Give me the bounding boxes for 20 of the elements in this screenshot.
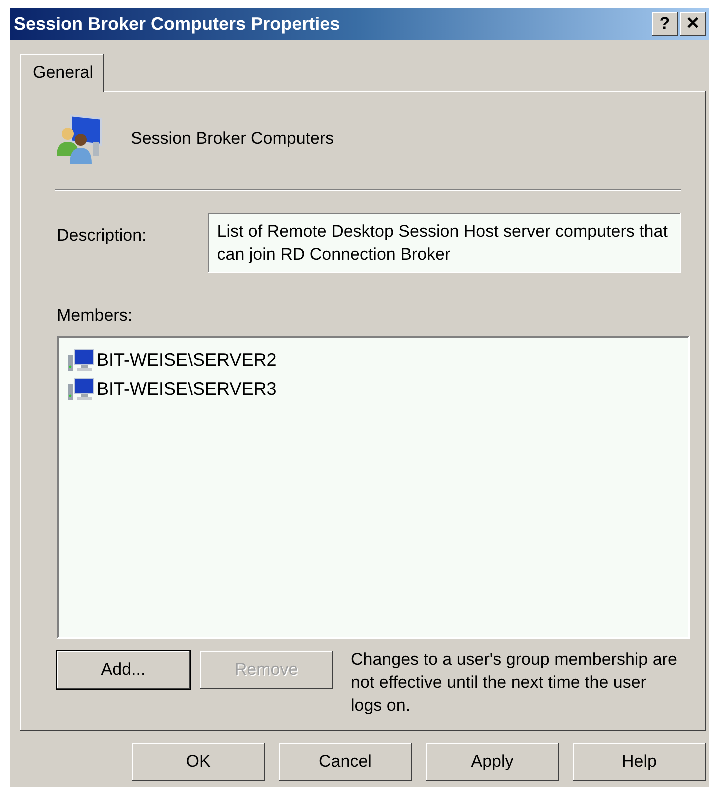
membership-note: Changes to a user's group membership are not effective until the next time the user logs on. xyxy=(351,649,678,717)
dialog-button[interactable]: Cancel xyxy=(279,742,412,780)
help-button[interactable]: ? xyxy=(652,12,678,36)
dialog-button[interactable]: Apply xyxy=(426,742,559,780)
description-field[interactable]: List of Remote Desktop Session Host server computers that can join RD Connection Broker xyxy=(208,212,681,272)
members-label: Members: xyxy=(57,304,134,326)
close-button[interactable]: ✕ xyxy=(680,12,706,36)
dialog-button[interactable]: Help xyxy=(573,742,706,780)
users-monitor-icon xyxy=(55,112,105,166)
group-name: Session Broker Computers xyxy=(131,128,334,150)
member-name[interactable]: BIT-WEISE\SERVER2 xyxy=(97,347,277,374)
window-title: Session Broker Computers Properties xyxy=(14,12,342,36)
members-list[interactable]: BIT-WEISE\SERVER2 BIT-WEISE\SERVER3 xyxy=(57,336,690,639)
computer-icon xyxy=(67,378,95,402)
dialog-button[interactable]: OK xyxy=(132,742,265,780)
computer-icon xyxy=(67,348,95,372)
description-label: Description: xyxy=(57,224,148,246)
add-button[interactable]: Add... xyxy=(57,651,190,689)
member-name[interactable]: BIT-WEISE\SERVER3 xyxy=(97,376,277,403)
tab[interactable]: General xyxy=(20,54,104,92)
